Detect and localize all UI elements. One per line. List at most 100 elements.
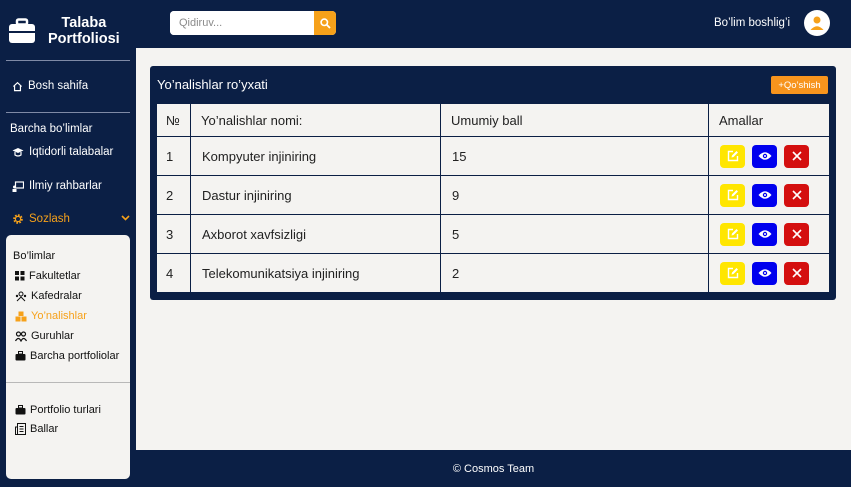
edit-button[interactable] bbox=[720, 144, 745, 168]
view-button[interactable] bbox=[752, 261, 777, 285]
briefcase-icon bbox=[9, 18, 35, 43]
sidebar-item-supervisors[interactable]: Ilmiy rahbarlar bbox=[12, 180, 102, 192]
search-icon bbox=[319, 17, 331, 29]
brand-title: Talaba Portfoliosi bbox=[48, 15, 120, 47]
table-header-row: № Yo’nalishlar nomi: Umumiy ball Amallar bbox=[156, 103, 830, 137]
brand-title-line1: Talaba bbox=[61, 15, 107, 31]
footer: © Cosmos Team bbox=[136, 450, 851, 487]
eye-icon bbox=[758, 230, 771, 238]
eye-icon bbox=[758, 152, 771, 160]
close-icon bbox=[791, 268, 802, 278]
delete-button[interactable] bbox=[784, 144, 809, 168]
submenu-item-label: Ballar bbox=[30, 423, 59, 435]
table-row: 4 Telekomunikatsiya injiniring 2 bbox=[156, 253, 830, 293]
brand-title-line2: Portfoliosi bbox=[48, 31, 120, 47]
direction-name: Telekomunikatsiya injiniring bbox=[190, 253, 441, 293]
delete-button[interactable] bbox=[784, 261, 809, 285]
direction-name: Kompyuter injiniring bbox=[190, 136, 441, 176]
direction-score: 15 bbox=[440, 136, 709, 176]
directions-table: № Yo’nalishlar nomi: Umumiy ball Amallar… bbox=[156, 103, 830, 293]
submenu-title: Bo’limlar bbox=[13, 250, 56, 262]
briefcase-icon bbox=[15, 351, 26, 361]
row-actions bbox=[708, 136, 830, 176]
sidebar-item-label: Bosh sahifa bbox=[28, 80, 89, 92]
home-icon bbox=[12, 81, 23, 91]
column-header-score: Umumiy ball bbox=[440, 103, 709, 137]
grid-icon bbox=[15, 271, 25, 281]
row-number: 4 bbox=[156, 253, 191, 293]
card-title: Yo’nalishlar ro’yxati bbox=[157, 77, 268, 92]
submenu-item-label: Fakultetlar bbox=[29, 270, 81, 282]
close-icon bbox=[791, 229, 802, 239]
sidebar: Talaba Portfoliosi Bosh sahifa Barcha bo… bbox=[0, 0, 136, 487]
submenu-item-label: Yo’nalishlar bbox=[31, 310, 87, 322]
submenu-item-label: Kafedralar bbox=[31, 290, 82, 302]
view-button[interactable] bbox=[752, 222, 777, 246]
view-button[interactable] bbox=[752, 144, 777, 168]
search-input[interactable] bbox=[170, 11, 314, 35]
avatar[interactable] bbox=[804, 10, 830, 36]
table-row: 1 Kompyuter injiniring 15 bbox=[156, 136, 830, 176]
search-button[interactable] bbox=[314, 11, 336, 35]
direction-name: Axborot xavfsizligi bbox=[190, 214, 441, 254]
edit-icon bbox=[727, 150, 738, 162]
edit-icon bbox=[727, 189, 738, 201]
sidebar-item-label: Ilmiy rahbarlar bbox=[29, 180, 102, 192]
edit-button[interactable] bbox=[720, 261, 745, 285]
edit-icon bbox=[727, 267, 738, 279]
divider bbox=[6, 382, 130, 383]
users-icon bbox=[15, 330, 27, 342]
submenu-item-label: Portfolio turlari bbox=[30, 404, 101, 416]
sidebar-item-settings[interactable]: Sozlash bbox=[12, 213, 70, 225]
presenter-icon bbox=[12, 180, 24, 192]
row-number: 1 bbox=[156, 136, 191, 176]
row-number: 2 bbox=[156, 175, 191, 215]
sidebar-item-home[interactable]: Bosh sahifa bbox=[12, 80, 88, 92]
submenu-item-label: Guruhlar bbox=[31, 330, 74, 342]
table-row: 3 Axborot xavfsizligi 5 bbox=[156, 214, 830, 254]
row-actions bbox=[708, 175, 830, 215]
submenu-item-faculties[interactable]: Fakultetlar bbox=[15, 270, 80, 282]
submenu-item-portfolio-types[interactable]: Portfolio turlari bbox=[15, 404, 101, 416]
delete-button[interactable] bbox=[784, 222, 809, 246]
submenu-item-scores[interactable]: Ballar bbox=[15, 423, 58, 435]
submenu-item-groups[interactable]: Guruhlar bbox=[15, 330, 74, 342]
row-actions bbox=[708, 253, 830, 293]
column-header-name: Yo’nalishlar nomi: bbox=[190, 103, 441, 137]
user-role-label[interactable]: Bo’lim boshlig’i bbox=[714, 17, 790, 29]
submenu-item-directions[interactable]: Yo’nalishlar bbox=[15, 310, 87, 322]
column-header-actions: Amallar bbox=[708, 103, 830, 137]
row-number: 3 bbox=[156, 214, 191, 254]
graduation-cap-icon bbox=[12, 147, 24, 157]
document-list-icon bbox=[15, 423, 26, 435]
submenu-item-all-portfolios[interactable]: Barcha portfoliolar bbox=[15, 350, 119, 362]
sidebar-item-label: Iqtidorli talabalar bbox=[29, 146, 114, 158]
column-header-number: № bbox=[156, 103, 191, 137]
submenu-item-departments[interactable]: Kafedralar bbox=[15, 290, 82, 302]
view-button[interactable] bbox=[752, 183, 777, 207]
table-row: 2 Dastur injiniring 9 bbox=[156, 175, 830, 215]
eye-icon bbox=[758, 269, 771, 277]
top-bar: Bo’lim boshlig’i bbox=[136, 0, 851, 48]
add-button[interactable]: +Qo’shish bbox=[771, 76, 828, 94]
team-icon bbox=[15, 291, 27, 301]
edit-icon bbox=[727, 228, 738, 240]
edit-button[interactable] bbox=[720, 183, 745, 207]
row-actions bbox=[708, 214, 830, 254]
edit-button[interactable] bbox=[720, 222, 745, 246]
chevron-down-icon[interactable] bbox=[121, 215, 130, 221]
main-content: Yo’nalishlar ro’yxati +Qo’shish № Yo’nal… bbox=[136, 48, 851, 450]
user-icon bbox=[810, 16, 824, 30]
directions-card: Yo’nalishlar ro’yxati +Qo’shish № Yo’nal… bbox=[150, 66, 836, 300]
divider bbox=[6, 112, 130, 113]
direction-score: 2 bbox=[440, 253, 709, 293]
delete-button[interactable] bbox=[784, 183, 809, 207]
brand-logo[interactable]: Talaba Portfoliosi bbox=[8, 12, 128, 50]
footer-text: © Cosmos Team bbox=[452, 462, 535, 475]
sidebar-item-label: Sozlash bbox=[29, 213, 70, 225]
submenu-item-label: Barcha portfoliolar bbox=[30, 350, 120, 362]
settings-submenu: Bo’limlar Fakultetlar Kafedralar Yo’nali… bbox=[6, 235, 130, 479]
close-icon bbox=[791, 151, 802, 161]
sidebar-item-talented-students[interactable]: Iqtidorli talabalar bbox=[12, 146, 113, 158]
direction-name: Dastur injiniring bbox=[190, 175, 441, 215]
